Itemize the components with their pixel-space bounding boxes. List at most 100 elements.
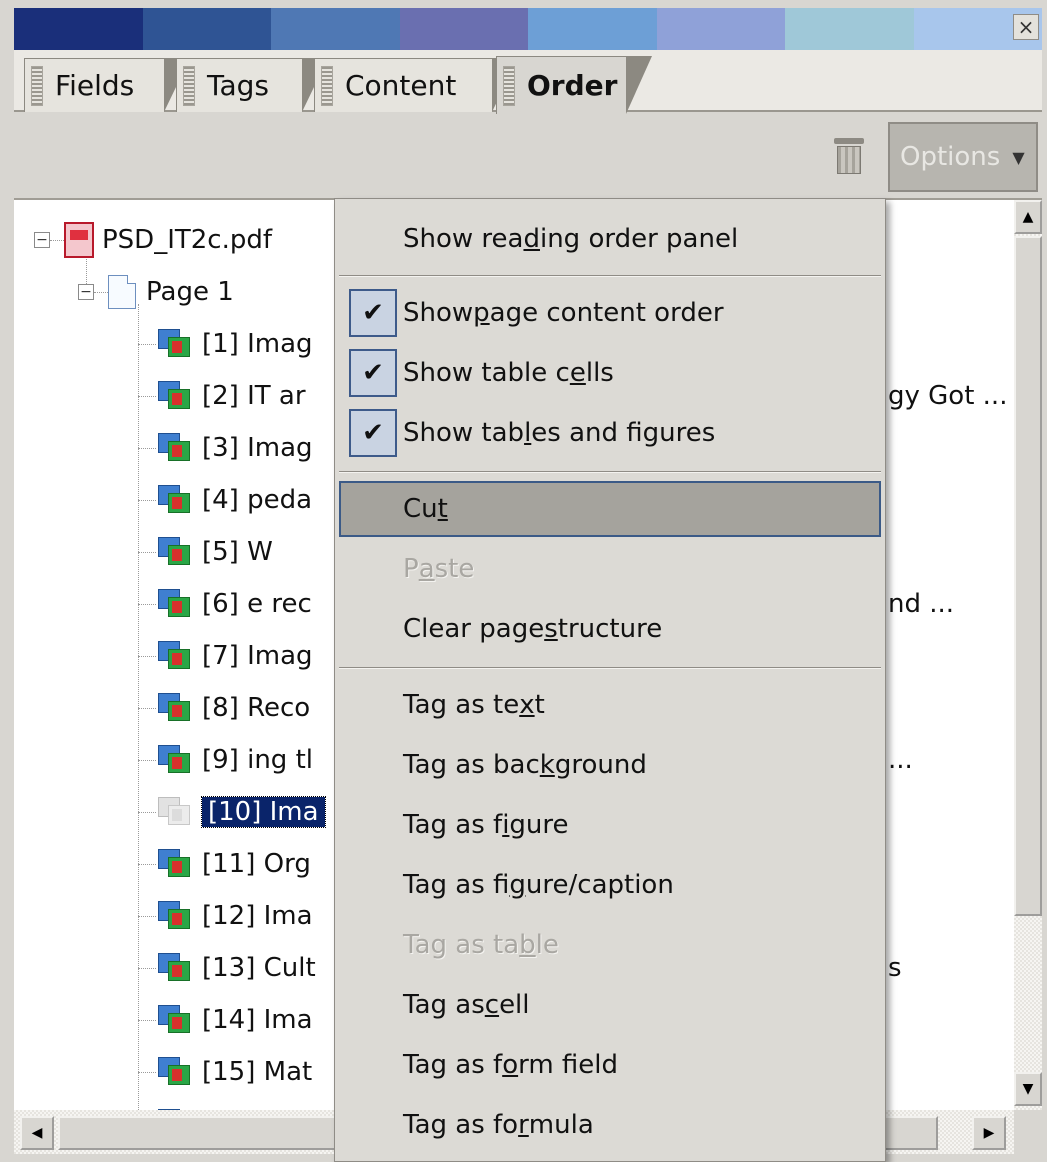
menu-text: rm field (518, 1050, 619, 1080)
tree-line (138, 656, 156, 657)
menu-text: Show (403, 298, 474, 328)
menu-text: ground (554, 750, 647, 780)
title-segment (14, 8, 143, 50)
options-context-menu: Show rea d ing order panel ✔ Show p age con… (334, 198, 886, 1162)
tree-item[interactable]: [14] Ima (158, 998, 313, 1042)
tree-item[interactable]: [9] ing tl (158, 738, 313, 782)
tree-line (138, 1072, 156, 1073)
scrollbar-corner (1014, 1110, 1042, 1154)
tree-item-tail: nd ... (888, 589, 955, 619)
tab-content[interactable]: Content (314, 58, 518, 112)
tree-item[interactable]: [11] Org (158, 842, 311, 886)
menu-accel: c (484, 990, 500, 1020)
content-item-icon (158, 433, 192, 463)
tree-item[interactable]: [4] peda (158, 478, 312, 522)
menu-text: Clear page (403, 614, 545, 644)
tree-root-label: PSD_IT2c.pdf (102, 225, 273, 255)
menu-item-tag-as-figure-caption[interactable]: Tag as fi g ure/caption (339, 857, 881, 913)
pdf-icon (64, 222, 94, 258)
title-segment (271, 8, 400, 50)
tree-item-tail: ... (888, 745, 913, 775)
arrow-right-icon: ▶ (983, 1125, 995, 1141)
menu-separator (339, 667, 881, 669)
menu-item-tag-as-figure[interactable]: Tag as f i gure (339, 797, 881, 853)
menu-item-tag-as-form-field[interactable]: Tag as f o rm field (339, 1037, 881, 1093)
menu-accel: p (473, 298, 490, 328)
tree-line (50, 240, 64, 241)
collapse-icon[interactable]: − (78, 284, 94, 300)
tree-item[interactable]: [2] IT ar (158, 374, 306, 418)
menu-text: Tag as (403, 990, 485, 1020)
menu-item-clear-page-structure[interactable]: Clear page s tructure (339, 601, 881, 657)
trash-lid (834, 138, 864, 144)
tree-item[interactable]: [6] e rec (158, 582, 312, 626)
scroll-right-button[interactable]: ▶ (972, 1116, 1006, 1150)
tab-tags[interactable]: Tags (176, 58, 328, 112)
order-panel-window: × Fields Tags Content Order Options ▼ − … (0, 0, 1047, 1162)
content-item-icon (158, 1005, 192, 1035)
tab-label: Content (345, 69, 457, 102)
tree-line (138, 604, 156, 605)
tree-item[interactable]: [5] W (158, 530, 273, 574)
tree-item[interactable]: [3] Imag (158, 426, 313, 470)
tab-order[interactable]: Order (496, 56, 652, 114)
menu-item-show-tables-and-figures[interactable]: ✔ Show tab l es and figures (339, 405, 881, 461)
tree-line (138, 1020, 156, 1021)
tree-root-pdf[interactable]: PSD_IT2c.pdf (64, 218, 272, 262)
tree-item[interactable]: [8] Reco (158, 686, 310, 730)
scroll-down-button[interactable]: ▼ (1014, 1072, 1042, 1106)
menu-item-tag-as-background[interactable]: Tag as bac k ground (339, 737, 881, 793)
scroll-up-button[interactable]: ▲ (1014, 200, 1042, 234)
menu-accel: i (502, 810, 510, 840)
vertical-scrollbar[interactable]: ▲ ▼ (1014, 200, 1042, 1110)
options-label: Options (900, 142, 1001, 172)
content-item-icon (158, 745, 192, 775)
check-icon: ✔ (349, 349, 397, 397)
menu-item-tag-as-cell[interactable]: Tag as c ell (339, 977, 881, 1033)
menu-separator (339, 471, 881, 473)
tree-item[interactable]: [7] Imag (158, 634, 313, 678)
options-button[interactable]: Options ▼ (888, 122, 1038, 192)
trash-icon[interactable] (834, 138, 864, 174)
menu-accel: d (523, 224, 540, 254)
tree-line (138, 864, 156, 865)
menu-text: Tag as f (403, 1050, 503, 1080)
tree-line (138, 760, 156, 761)
menu-text: lls (585, 358, 614, 388)
tree-item-label: [9] ing tl (202, 745, 313, 775)
scroll-left-button[interactable]: ◀ (20, 1116, 54, 1150)
menu-item-tag-as-table: Tag as ta b le (339, 917, 881, 973)
check-icon: ✔ (349, 289, 397, 337)
tree-item[interactable]: [10] Ima (158, 790, 326, 834)
tree-item-label: [5] W (202, 537, 273, 567)
tree-item[interactable]: [13] Cult (158, 946, 316, 990)
tab-grip-icon (321, 65, 333, 106)
title-segment (399, 8, 528, 50)
tree-item-label: [7] Imag (202, 641, 313, 671)
menu-text: Show rea (403, 224, 524, 254)
close-button[interactable]: × (1013, 14, 1039, 40)
menu-item-tag-as-formula[interactable]: Tag as fo r mula (339, 1097, 881, 1153)
title-bar[interactable] (14, 8, 1042, 50)
menu-item-show-reading-order-panel[interactable]: Show rea d ing order panel (339, 211, 881, 267)
tab-label: Tags (207, 69, 269, 102)
tree-item[interactable]: [1] Imag (158, 322, 313, 366)
menu-text: P (403, 554, 419, 584)
menu-item-cut[interactable]: Cu t (339, 481, 881, 537)
collapse-icon[interactable]: − (34, 232, 50, 248)
content-item-icon (158, 849, 192, 879)
menu-item-show-page-content-order[interactable]: ✔ Show p age content order (339, 285, 881, 341)
menu-text: ell (499, 990, 530, 1020)
menu-text: ing order panel (539, 224, 739, 254)
menu-text: gure (509, 810, 569, 840)
tab-label: Fields (55, 69, 135, 102)
tab-fields[interactable]: Fields (24, 58, 190, 112)
menu-text: Tag as fo (403, 1110, 519, 1140)
tree-item[interactable]: [12] Ima (158, 894, 313, 938)
menu-item-show-table-cells[interactable]: ✔ Show table c e lls (339, 345, 881, 401)
tree-item[interactable]: [15] Mat (158, 1050, 312, 1094)
vertical-scroll-thumb[interactable] (1014, 236, 1042, 916)
menu-accel: b (519, 930, 536, 960)
menu-item-tag-as-text[interactable]: Tag as te x t (339, 677, 881, 733)
tree-page-1[interactable]: Page 1 (108, 270, 234, 314)
